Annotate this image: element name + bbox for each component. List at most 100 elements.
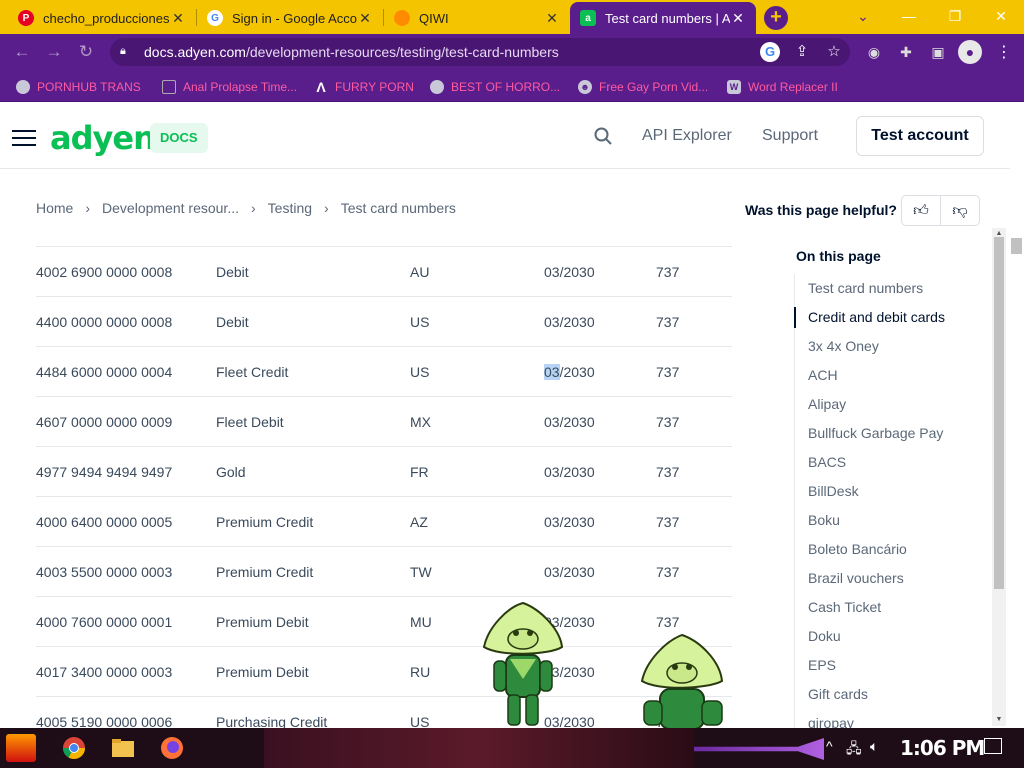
card-number-cell: 4003 5500 0000 0003 xyxy=(36,564,173,580)
bookmark-star-icon[interactable]: ☆ xyxy=(824,42,844,62)
close-icon[interactable]: ✕ xyxy=(730,10,746,27)
bookmark-item[interactable]: PORNHUB TRANS xyxy=(16,78,141,96)
toc-item[interactable]: Cash Ticket xyxy=(795,593,990,622)
toc-item[interactable]: ACH xyxy=(795,361,990,390)
tray-expand-icon[interactable]: ^ xyxy=(826,738,833,754)
profile-avatar-icon[interactable]: ● xyxy=(958,40,982,64)
toc-item[interactable]: 3x 4x Oney xyxy=(795,332,990,361)
back-icon[interactable]: ← xyxy=(12,42,32,62)
docs-badge[interactable]: DOCS xyxy=(150,123,208,153)
breadcrumb-testing[interactable]: Testing xyxy=(268,200,312,216)
google-lens-icon[interactable]: G xyxy=(760,42,780,62)
side-panel-icon[interactable]: ▣ xyxy=(928,42,948,62)
menu-kebab-icon[interactable]: ⋮ xyxy=(996,42,1012,62)
country-cell: AZ xyxy=(410,514,428,530)
toc-item[interactable]: BillDesk xyxy=(795,477,990,506)
close-icon[interactable]: ✕ xyxy=(544,10,560,27)
close-icon[interactable]: ✕ xyxy=(357,10,373,27)
table-row: 4000 6400 0000 0005 Premium Credit AZ 03/20… xyxy=(36,496,732,546)
expiry-cell: 03/2030 xyxy=(544,564,595,580)
cartoon-character-sticker xyxy=(482,601,564,726)
adyen-logo[interactable]: adyen xyxy=(50,119,156,157)
toc-item[interactable]: Boku xyxy=(795,506,990,535)
test-card-table: 4002 6900 0000 0008 Debit AU 03/2030 737 4400… xyxy=(36,246,732,728)
word-replacer-icon: W xyxy=(727,80,741,94)
api-explorer-link[interactable]: API Explorer xyxy=(642,127,732,145)
table-row: 4607 0000 0000 0009 Fleet Debit MX 03/2030 7… xyxy=(36,396,732,446)
cvc-cell: 737 xyxy=(656,564,680,580)
toc-item[interactable]: Bullfuck Garbage Pay xyxy=(795,419,990,448)
bookmark-item[interactable]: W Word Replacer II xyxy=(727,78,838,96)
country-cell: US xyxy=(410,364,430,380)
toc-item[interactable]: BACS xyxy=(795,448,990,477)
extension-avatar-icon[interactable]: ◉ xyxy=(864,42,884,62)
toc-item[interactable]: Credit and debit cards xyxy=(794,303,990,332)
forward-icon[interactable]: → xyxy=(44,42,64,62)
network-icon[interactable]: 🖧︎ xyxy=(846,738,862,762)
toc-item[interactable]: Boleto Bancário xyxy=(795,535,990,564)
close-icon[interactable]: ✕ xyxy=(170,10,186,27)
thumbs-up-icon[interactable]: 👍︎ xyxy=(902,196,940,225)
toc-item[interactable]: Doku xyxy=(795,622,990,651)
firefox-icon[interactable] xyxy=(150,732,194,764)
toc-item[interactable]: Test card numbers xyxy=(795,274,990,303)
address-bar[interactable]: 🔒︎ docs.adyen.com/development-resources/… xyxy=(110,38,850,66)
search-icon[interactable] xyxy=(594,127,612,145)
country-cell: MU xyxy=(410,614,432,630)
restore-button[interactable]: ❐ xyxy=(932,0,978,34)
reload-icon[interactable]: ↻ xyxy=(76,42,96,62)
new-tab-button[interactable]: + xyxy=(764,6,788,30)
chrome-icon[interactable] xyxy=(52,732,96,764)
thumbs-down-icon[interactable]: 👎︎ xyxy=(940,196,979,225)
card-type-cell: Gold xyxy=(216,464,246,480)
bookmark-icon xyxy=(162,80,176,94)
tab-pinterest[interactable]: P checho_producciones ✕ xyxy=(8,2,196,34)
test-account-button[interactable]: Test account xyxy=(856,116,984,156)
bookmark-item[interactable]: Λ FURRY PORN xyxy=(314,78,414,96)
tab-adyen-docs[interactable]: a Test card numbers | Adyen Docs ✕ xyxy=(570,2,756,34)
card-type-cell: Premium Credit xyxy=(216,564,314,580)
close-window-button[interactable]: ✕ xyxy=(978,0,1024,34)
scroll-down-icon[interactable]: ▼ xyxy=(992,715,1006,724)
country-cell: US xyxy=(410,314,430,330)
tab-google-sign-in[interactable]: G Sign in - Google Accounts ✕ xyxy=(197,2,383,34)
table-row: 4484 6000 0000 0004 Fleet Credit US 03/2030… xyxy=(36,346,732,396)
adyen-icon: a xyxy=(580,10,596,26)
share-icon[interactable]: ⇪ xyxy=(792,42,812,62)
minimize-button[interactable]: — xyxy=(886,0,932,34)
taskbar-sword-decoration xyxy=(694,738,824,760)
bookmark-item[interactable]: Anal Prolapse Time... xyxy=(162,78,297,96)
cvc-cell: 737 xyxy=(656,464,680,480)
breadcrumb-development-resources[interactable]: Development resour... xyxy=(102,200,239,216)
extensions-puzzle-icon[interactable]: ✚ xyxy=(896,42,916,62)
toc-item[interactable]: giropay xyxy=(795,709,990,728)
toc-scrollbar-thumb[interactable] xyxy=(994,237,1004,589)
tab-search-icon[interactable]: ⌄ xyxy=(840,0,886,34)
start-button-icon[interactable] xyxy=(6,734,36,762)
table-row: 4977 9494 9494 9497 Gold FR 03/2030 737 xyxy=(36,446,732,496)
hamburger-menu-icon[interactable] xyxy=(12,130,36,146)
page-scrollbar[interactable] xyxy=(1010,103,1024,728)
bookmark-item[interactable]: BEST OF HORRO... xyxy=(430,78,560,96)
toc-item[interactable]: Gift cards xyxy=(795,680,990,709)
toc-item[interactable]: Brazil vouchers xyxy=(795,564,990,593)
bookmark-item[interactable]: ☻ Free Gay Porn Vid... xyxy=(578,78,708,96)
volume-icon[interactable]: 🔈︎ xyxy=(870,738,878,755)
page-scrollbar-thumb[interactable] xyxy=(1011,238,1022,254)
chevron-right-icon: › xyxy=(324,200,329,216)
table-row: 4000 7600 0000 0001 Premium Debit MU 03/203… xyxy=(36,596,732,646)
breadcrumb-home[interactable]: Home xyxy=(36,200,73,216)
toc-item[interactable]: EPS xyxy=(795,651,990,680)
card-type-cell: Fleet Debit xyxy=(216,414,284,430)
chevron-right-icon: › xyxy=(85,200,91,216)
card-number-cell: 4607 0000 0000 0009 xyxy=(36,414,173,430)
support-link[interactable]: Support xyxy=(762,127,818,145)
tab-qiwi[interactable]: QIWI ✕ xyxy=(384,2,570,34)
cvc-cell: 737 xyxy=(656,614,680,630)
notification-icon[interactable] xyxy=(984,738,1002,754)
pinterest-icon: P xyxy=(18,10,34,26)
taskbar-clock[interactable]: 1:06 PM xyxy=(900,736,985,760)
country-cell: TW xyxy=(410,564,432,580)
toc-item[interactable]: Alipay xyxy=(795,390,990,419)
file-explorer-icon[interactable] xyxy=(100,732,144,764)
